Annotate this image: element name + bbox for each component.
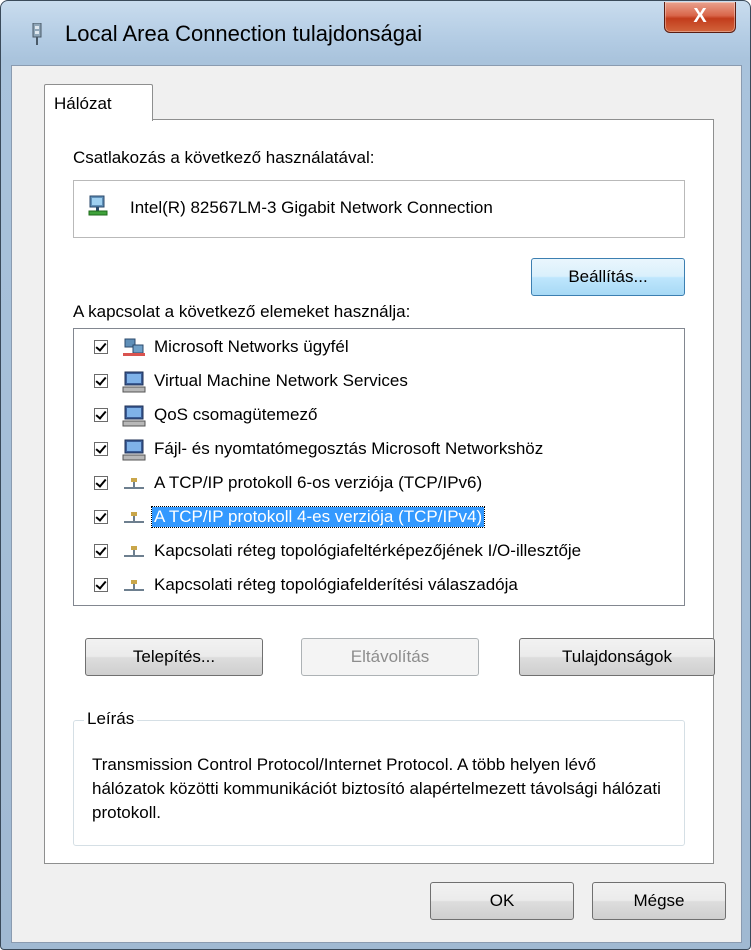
list-item[interactable]: Fájl- és nyomtatómegosztás Microsoft Net… (74, 435, 682, 465)
item-label: Fájl- és nyomtatómegosztás Microsoft Net… (154, 439, 544, 458)
item-checkbox[interactable] (94, 578, 108, 592)
list-item[interactable]: Kapcsolati réteg topológiafeltérképezőjé… (74, 537, 682, 567)
item-label: QoS csomagütemező (154, 405, 318, 424)
title-bar[interactable]: Local Area Connection tulajdonságai X (1, 1, 750, 71)
protocol-icon (124, 580, 144, 591)
item-label: Microsoft Networks ügyfél (154, 337, 349, 356)
cancel-button[interactable]: Mégse (592, 882, 726, 920)
description-group: Leírás Transmission Control Protocol/Int… (73, 709, 685, 846)
items-section-label: A kapcsolat a következő elemeket használ… (73, 302, 411, 321)
network-connection-icon (32, 23, 42, 45)
adapter-name: Intel(R) 82567LM-3 Gigabit Network Conne… (130, 198, 493, 217)
item-checkbox[interactable] (94, 374, 108, 388)
protocol-icon (124, 512, 144, 523)
item-checkbox[interactable] (94, 408, 108, 422)
protocol-icon (124, 546, 144, 557)
network-service-icon (122, 405, 146, 427)
dialog-client-area: Hálózat Csatlakozás a következő használa… (11, 65, 742, 943)
item-checkbox[interactable] (94, 442, 108, 456)
network-service-icon (122, 371, 146, 393)
adapter-field: Intel(R) 82567LM-3 Gigabit Network Conne… (73, 180, 685, 238)
list-item[interactable]: A TCP/IP protokoll 6-os verziója (TCP/IP… (74, 469, 682, 499)
list-item[interactable]: QoS csomagütemező (74, 401, 682, 431)
network-client-icon (123, 338, 145, 356)
components-list[interactable]: Microsoft Networks ügyfél Virtual Machin… (73, 328, 685, 606)
properties-window: Local Area Connection tulajdonságai X Há… (0, 0, 751, 950)
item-checkbox[interactable] (94, 476, 108, 490)
protocol-icon (124, 478, 144, 489)
item-label-selected: A TCP/IP protokoll 4-es verziója (TCP/IP… (150, 506, 486, 528)
item-checkbox[interactable] (94, 340, 108, 354)
network-tab-panel: Csatlakozás a következő használatával: I… (44, 119, 715, 864)
item-label: Virtual Machine Network Services (154, 371, 408, 390)
item-checkbox[interactable] (94, 510, 108, 524)
network-adapter-icon (88, 195, 108, 216)
item-label: A TCP/IP protokoll 6-os verziója (TCP/IP… (154, 473, 483, 492)
list-item[interactable]: Virtual Machine Network Services (74, 367, 682, 397)
network-service-icon (122, 439, 146, 461)
description-title: Leírás (84, 709, 138, 729)
description-text: Transmission Control Protocol/Internet P… (92, 755, 661, 822)
connect-using-label: Csatlakozás a következő használatával: (73, 148, 375, 167)
item-label: Kapcsolati réteg topológiafelderítési vá… (154, 575, 518, 594)
configure-button-text: Beállítás... (568, 267, 648, 286)
tab-network[interactable]: Hálózat (44, 84, 153, 121)
item-label: Kapcsolati réteg topológiafeltérképezőjé… (154, 541, 582, 560)
uninstall-button[interactable]: Eltávolítás (301, 638, 479, 676)
window-title: Local Area Connection tulajdonságai (65, 21, 423, 46)
configure-button[interactable]: Beállítás... (531, 258, 685, 296)
list-item[interactable]: Kapcsolati réteg topológiafelderítési vá… (74, 571, 682, 601)
list-item[interactable]: A TCP/IP protokoll 4-es verziója (TCP/IP… (74, 503, 682, 533)
close-button[interactable]: X (664, 2, 736, 33)
list-item[interactable]: Microsoft Networks ügyfél (74, 333, 682, 363)
tab-network-label: Hálózat (54, 94, 112, 113)
install-button[interactable]: Telepítés... (85, 638, 263, 676)
ok-button[interactable]: OK (430, 882, 574, 920)
item-checkbox[interactable] (94, 544, 108, 558)
properties-button[interactable]: Tulajdonságok (519, 638, 715, 676)
